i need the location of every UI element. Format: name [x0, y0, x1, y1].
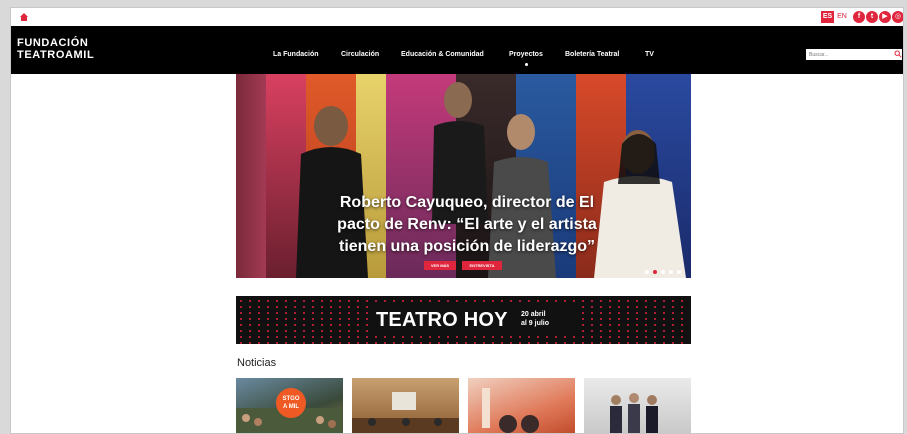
search-input[interactable] — [806, 49, 902, 60]
news-section-title: Noticias — [237, 357, 277, 369]
twitter-icon[interactable]: t — [866, 11, 878, 23]
facebook-icon[interactable]: f — [853, 11, 865, 23]
hero-interview-button[interactable]: ENTREVISTA — [462, 261, 502, 270]
news-photo-stage — [482, 388, 539, 433]
slider-dot[interactable] — [669, 270, 673, 274]
instagram-icon[interactable]: ◎ — [892, 11, 903, 23]
search-icon[interactable] — [894, 50, 902, 58]
slider-dot[interactable] — [645, 270, 649, 274]
banner-title: TEATRO HOY — [376, 309, 508, 331]
stgo-a-mil-badge: STGO A MIL — [276, 388, 306, 418]
nav-tv[interactable]: TV — [645, 51, 654, 58]
slider-dots — [645, 270, 685, 275]
teatro-hoy-banner[interactable]: TEATRO HOY 20 abril al 9 julio — [236, 296, 691, 344]
nav-proyectos[interactable]: Proyectos — [509, 51, 543, 66]
site-logo[interactable]: FUNDACIÓN TEATROAMIL — [17, 37, 94, 61]
logo-line-2: TEATROAMIL — [17, 49, 95, 61]
banner-date-start: 20 abril — [521, 311, 546, 318]
nav-circulacion[interactable]: Circulación — [341, 51, 379, 58]
hero-slider[interactable]: Roberto Cayuqueo, director de El pacto d… — [236, 74, 691, 278]
home-icon[interactable] — [19, 12, 29, 22]
hero-read-more-button[interactable]: VER MÁS — [424, 261, 456, 270]
site-header: FUNDACIÓN TEATROAMIL La Fundación Circul… — [11, 26, 903, 74]
language-en-button[interactable]: EN — [836, 11, 848, 23]
slider-dot[interactable] — [653, 270, 657, 274]
news-card-4[interactable] — [584, 378, 691, 433]
news-photo-conference — [352, 392, 459, 433]
slider-dot[interactable] — [677, 270, 681, 274]
nav-educacion-comunidad[interactable]: Educación & Comunidad — [401, 51, 484, 58]
news-card-2[interactable] — [352, 378, 459, 433]
banner-date-end: al 9 julio — [521, 320, 550, 327]
slider-dot[interactable] — [661, 270, 665, 274]
browser-page: ES EN f t ▶ ◎ FUNDACIÓN TEATROAMIL La Fu… — [10, 7, 904, 434]
utility-bar: ES EN f t ▶ ◎ — [11, 8, 903, 26]
youtube-icon[interactable]: ▶ — [879, 11, 891, 23]
banner-dates: 20 abril al 9 julio — [521, 310, 549, 328]
logo-line-1: FUNDACIÓN — [17, 37, 89, 49]
hero-caption[interactable]: Roberto Cayuqueo, director de El pacto d… — [322, 192, 612, 258]
stgo-badge-line-2: A MIL — [282, 404, 300, 410]
nav-boleteria-teatral[interactable]: Boletería Teatral — [565, 51, 619, 58]
nav-la-fundacion[interactable]: La Fundación — [273, 51, 319, 58]
news-card-3[interactable] — [468, 378, 575, 433]
stgo-badge-line-1: STGO — [282, 396, 300, 402]
news-card-1[interactable]: STGO A MIL — [236, 378, 343, 433]
language-es-button[interactable]: ES — [821, 11, 834, 23]
news-photo-group — [610, 393, 658, 433]
